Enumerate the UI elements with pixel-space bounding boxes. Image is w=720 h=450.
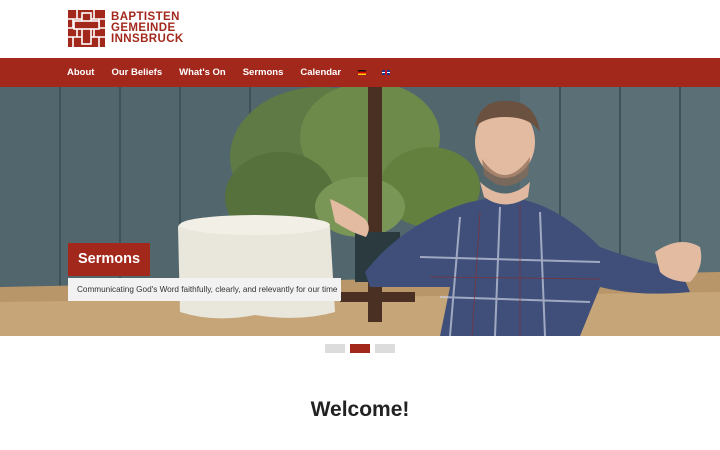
hero-caption-subtitle: Communicating God's Word faithfully, cle…: [68, 278, 341, 301]
nav-item-calendar[interactable]: Calendar: [300, 67, 341, 78]
nav-item-whats-on[interactable]: What's On: [179, 67, 226, 78]
uk-flag-icon[interactable]: [382, 70, 391, 75]
slide-dot-3[interactable]: [375, 344, 395, 353]
logo-brick-cross-icon: [68, 10, 105, 47]
welcome-heading: Welcome!: [310, 398, 410, 421]
main-navigation: About Our Beliefs What's On Sermons Cale…: [0, 58, 720, 87]
german-flag-icon[interactable]: [358, 70, 367, 75]
slide-dot-1[interactable]: [325, 344, 345, 353]
hero-caption-title[interactable]: Sermons: [68, 243, 151, 276]
slider-pagination: [0, 344, 720, 353]
site-header: BAPTISTEN GEMEINDE INNSBRUCK: [0, 0, 720, 58]
logo-line-3: INNSBRUCK: [111, 33, 184, 45]
slide-dot-2[interactable]: [350, 344, 370, 353]
nav-item-about[interactable]: About: [67, 67, 94, 78]
hero-slider: Sermons Communicating God's Word faithfu…: [0, 87, 720, 336]
nav-item-our-beliefs[interactable]: Our Beliefs: [111, 67, 162, 78]
site-logo[interactable]: BAPTISTEN GEMEINDE INNSBRUCK: [68, 10, 184, 47]
logo-wordmark: BAPTISTEN GEMEINDE INNSBRUCK: [111, 11, 184, 45]
nav-item-sermons[interactable]: Sermons: [243, 67, 284, 78]
